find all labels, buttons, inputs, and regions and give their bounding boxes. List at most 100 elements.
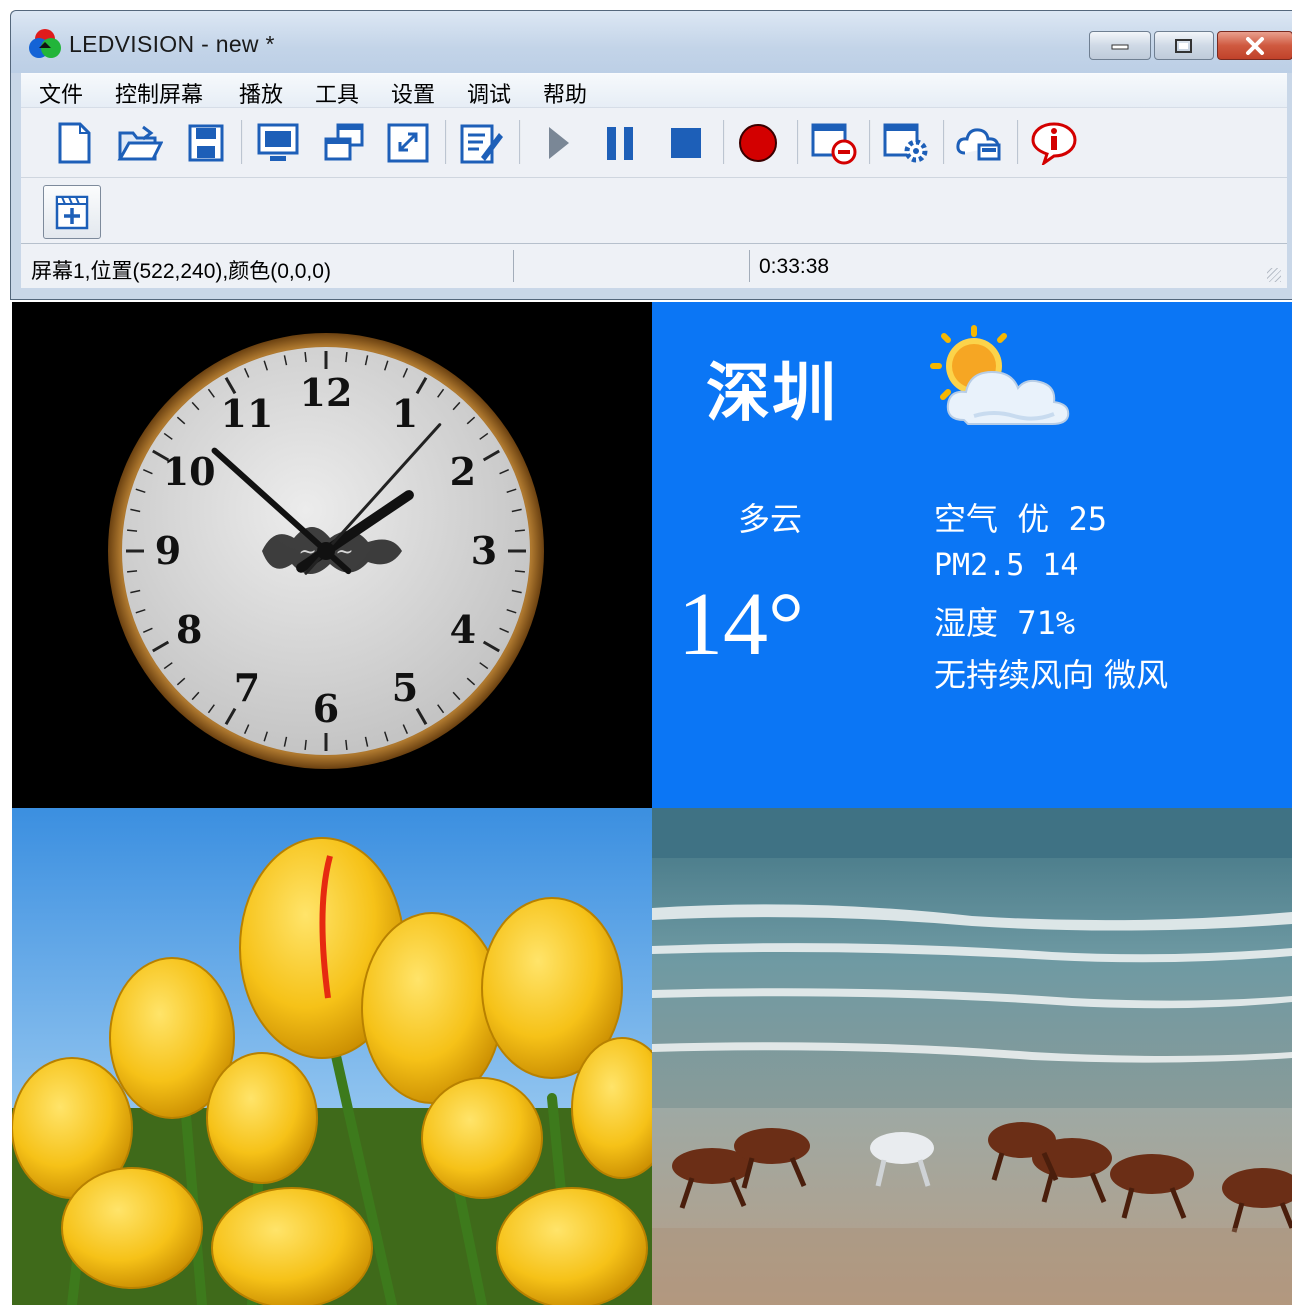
weather-pm25: PM2.5 14 — [934, 548, 1079, 583]
menu-tools[interactable]: 工具 — [315, 77, 359, 109]
pause-icon — [607, 127, 633, 160]
toolbar-separator — [723, 120, 725, 164]
clock-tick — [345, 739, 348, 750]
minimize-button[interactable] — [1089, 31, 1151, 60]
clock-center — [317, 542, 335, 560]
toolbar-separator — [241, 120, 243, 164]
screen-settings-icon — [883, 123, 928, 163]
menu-play[interactable]: 播放 — [239, 77, 283, 109]
status-divider — [749, 250, 750, 282]
cloud-icon — [956, 128, 1001, 161]
play-button[interactable] — [533, 118, 583, 168]
toolbar-separator — [445, 120, 447, 164]
screen-settings-button[interactable] — [881, 118, 931, 168]
weather-temperature: 14° — [678, 575, 804, 674]
numeral-2: 2 — [450, 449, 476, 494]
clock-tick — [127, 570, 138, 573]
clock-tick — [514, 570, 525, 573]
info-icon — [1031, 122, 1077, 165]
stop-button[interactable] — [661, 118, 711, 168]
numeral-7: 7 — [234, 665, 260, 710]
numeral-11: 11 — [221, 391, 274, 436]
toolbar — [21, 107, 1287, 178]
clock-tick — [345, 352, 348, 363]
menu-file[interactable]: 文件 — [39, 77, 83, 109]
title-bar[interactable]: LEDVISION - new * — [11, 11, 1292, 73]
numeral-5: 5 — [392, 665, 418, 710]
new-file-icon — [58, 122, 91, 164]
screen-icon — [257, 123, 299, 161]
numeral-1: 1 — [392, 391, 418, 436]
analog-clock: 12 1 2 3 4 5 6 7 8 9 10 11 ~~~ — [108, 333, 544, 769]
pause-button[interactable] — [595, 118, 645, 168]
resize-grip[interactable] — [1267, 268, 1281, 282]
close-button[interactable] — [1217, 31, 1292, 60]
beach-horses-photo — [652, 808, 1292, 1305]
record-button[interactable] — [733, 118, 783, 168]
save-button[interactable] — [181, 118, 231, 168]
new-button[interactable] — [49, 118, 99, 168]
toolbar-separator — [519, 120, 521, 164]
status-position: 屏幕1,位置(522,240),颜色(0,0,0) — [31, 260, 331, 283]
open-button[interactable] — [115, 118, 165, 168]
numeral-10: 10 — [163, 449, 216, 494]
partly-cloudy-icon — [930, 325, 1070, 425]
menu-control-screen[interactable]: 控制屏幕 — [115, 77, 203, 109]
weather-city: 深圳 — [706, 356, 838, 431]
edit-icon — [460, 124, 503, 164]
tulip-photo — [12, 808, 652, 1305]
cloud-button[interactable] — [955, 118, 1005, 168]
windows-icon — [324, 123, 364, 161]
info-button[interactable] — [1029, 118, 1079, 168]
save-icon — [188, 124, 224, 162]
screen-button[interactable] — [253, 118, 303, 168]
record-icon — [739, 124, 777, 162]
fullscreen-icon — [387, 123, 429, 163]
fullscreen-button[interactable] — [383, 118, 433, 168]
status-bar: 屏幕1,位置(522,240),颜色(0,0,0) 0:33:38 — [21, 243, 1287, 288]
toolbar-separator — [1017, 120, 1019, 164]
toolbar-separator — [869, 120, 871, 164]
close-icon — [1246, 36, 1264, 55]
clock-panel: 12 1 2 3 4 5 6 7 8 9 10 11 ~~~ — [12, 302, 652, 808]
clock-tick — [127, 529, 138, 532]
numeral-12: 12 — [300, 370, 353, 415]
menu-settings[interactable]: 设置 — [391, 77, 435, 109]
windows-button[interactable] — [319, 118, 369, 168]
status-divider — [513, 250, 514, 282]
clock-tick — [304, 352, 307, 363]
maximize-button[interactable] — [1154, 31, 1214, 60]
play-icon — [549, 127, 569, 159]
weather-condition: 多云 — [738, 500, 803, 538]
minimize-icon — [1111, 44, 1129, 49]
program-toolbar — [21, 177, 1287, 244]
numeral-8: 8 — [176, 607, 202, 652]
restore-icon — [1175, 38, 1192, 53]
weather-panel: 深圳 多云 14° 空气 优 25 PM2.5 14 湿度 71% 无持续风向 … — [652, 302, 1292, 808]
menu-debug[interactable]: 调试 — [467, 77, 511, 109]
toolbar-separator — [943, 120, 945, 164]
clock-tick — [514, 529, 525, 532]
edit-button[interactable] — [457, 118, 507, 168]
numeral-4: 4 — [450, 607, 476, 652]
add-program-icon — [55, 195, 89, 230]
menu-help[interactable]: 帮助 — [543, 77, 587, 109]
numeral-3: 3 — [471, 528, 497, 573]
remove-screen-icon — [811, 123, 857, 165]
stop-icon — [671, 128, 701, 158]
weather-air-quality: 空气 优 25 — [934, 500, 1108, 538]
app-logo-icon — [29, 29, 61, 58]
add-program-button[interactable] — [43, 185, 101, 239]
tulip-image — [12, 808, 652, 1305]
app-window: LEDVISION - new * 文件 控制屏幕 播放 工具 设置 调试 帮助 — [10, 10, 1292, 300]
numeral-9: 9 — [155, 528, 181, 573]
weather-humidity: 湿度 71% — [934, 604, 1076, 642]
clock-tick — [304, 739, 307, 750]
window-title: LEDVISION - new * — [69, 31, 275, 57]
status-time: 0:33:38 — [759, 255, 830, 278]
weather-wind: 无持续风向 微风 — [934, 656, 1169, 694]
numeral-6: 6 — [313, 686, 339, 731]
toolbar-separator — [797, 120, 799, 164]
remove-screen-button[interactable] — [809, 118, 859, 168]
horses-image — [652, 808, 1292, 1305]
